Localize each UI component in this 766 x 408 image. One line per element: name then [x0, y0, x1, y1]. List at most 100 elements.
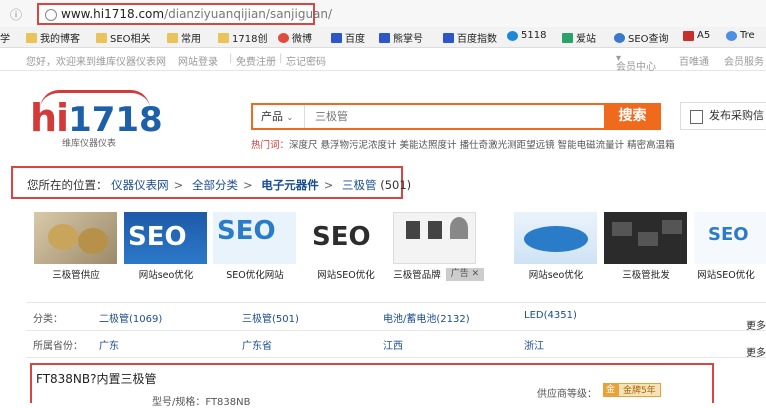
logo-hi: hi [30, 96, 69, 140]
bookmark-item[interactable]: 百度 [331, 30, 365, 45]
publish-purchase-button[interactable]: 发布采购信 [680, 102, 766, 130]
category-filter-row: 分类： 二极管(1069) 三极管(501) 电池/蓄电池(2132) LED(… [26, 302, 766, 332]
divider: | [229, 53, 233, 64]
bookmark-item[interactable]: 常用 [167, 30, 201, 45]
search-category-select[interactable]: 产品 ⌄ [253, 105, 305, 128]
thumbnail-caption[interactable]: 三极管品牌 [382, 267, 452, 281]
thumbnail-caption[interactable]: SEO优化网站 [205, 267, 305, 281]
ad-close-button[interactable]: 广告 ✕ [446, 268, 484, 281]
thumbnail-caption[interactable]: 网站SEO优化 [686, 267, 766, 281]
supplier-level-label: 供应商等级： [537, 389, 597, 400]
filter-panel: 分类： 二极管(1069) 三极管(501) 电池/蓄电池(2132) LED(… [26, 302, 766, 359]
breadcrumb-item-electronics[interactable]: 电子元器件 [261, 178, 319, 192]
chevron-down-icon: ⌄ [746, 344, 755, 355]
chip-shape [662, 220, 682, 234]
product-image[interactable] [393, 212, 476, 264]
transistor-shape [428, 221, 442, 239]
bookmark-label: SEO相关 [110, 34, 151, 45]
bookmark-item[interactable]: 爱站 [562, 30, 596, 45]
url-input[interactable]: www.hi1718.com/dianziyuanqijian/sanjigua… [37, 3, 332, 25]
bookmark-item[interactable]: Tre [726, 30, 755, 41]
bookmark-item[interactable]: 5118 [507, 30, 546, 41]
filter-option[interactable]: 电池/蓄电池(2132) [383, 310, 470, 325]
chevron-down-icon: ⌄ [286, 113, 294, 122]
bookmark-label: A5 [697, 30, 711, 41]
thumbnail-caption[interactable]: 三极管供应 [26, 267, 126, 281]
bookmark-label: 1718创 [232, 34, 268, 45]
seo-graphic: SEO [128, 222, 187, 252]
breadcrumb-prefix: 您所在的位置： [27, 178, 108, 192]
filter-option[interactable]: 江西 [383, 337, 403, 352]
url-text: www.hi1718.com/dianziyuanqijian/sanjigua… [61, 7, 332, 21]
edit-icon [690, 110, 703, 124]
baiwei-link[interactable]: 百唯通 [679, 53, 709, 68]
thumbnail-caption[interactable]: 网站SEO优化 [296, 267, 396, 281]
lock-icon [45, 9, 57, 21]
login-link[interactable]: 网站登录 [178, 53, 218, 68]
folder-icon [26, 32, 37, 43]
filter-option[interactable]: 广东省 [242, 337, 272, 352]
folder-icon [167, 32, 178, 43]
filter-option[interactable]: 广东 [99, 337, 119, 352]
product-image[interactable] [604, 212, 687, 264]
product-image[interactable] [34, 212, 117, 264]
breadcrumb-separator: > [173, 178, 184, 192]
filter-option[interactable]: 二极管(1069) [99, 310, 162, 325]
breadcrumb-separator: > [242, 178, 253, 192]
search-button[interactable]: 搜索 [604, 103, 661, 130]
member-service-link[interactable]: 会员服务 [724, 53, 764, 68]
member-center-link[interactable]: 会员中心 ▾ [616, 53, 656, 73]
seo-image[interactable]: SEO [304, 212, 387, 264]
bookmark-label: 百度指数 [457, 34, 497, 45]
seo-graphic: SEO [217, 216, 276, 246]
seo-image[interactable] [514, 212, 597, 264]
wave-graphic [524, 226, 588, 252]
top-links-bar: 您好，欢迎来到维库仪器仪表网 网站登录 | 免费注册 | 忘记密码 会员中心 ▾… [0, 48, 766, 73]
publish-label: 发布采购信 [709, 109, 764, 122]
register-link[interactable]: 免费注册 [236, 53, 276, 68]
thumbnail-caption[interactable]: 三极管批发 [596, 267, 696, 281]
info-icon[interactable]: ⓘ [10, 6, 22, 23]
category-filter-label: 分类： [33, 314, 63, 325]
bookmark-item[interactable]: 1718创 [218, 30, 267, 45]
product-title[interactable]: FT838NB?内置三极管 [36, 370, 157, 387]
bookmark-item[interactable]: A5 [683, 30, 710, 41]
seo-image[interactable]: SEO [213, 212, 296, 264]
filter-option[interactable]: 三极管(501) [242, 310, 299, 325]
bookmark-item[interactable]: 学 [0, 30, 10, 45]
breadcrumb-item-all[interactable]: 全部分类 [192, 178, 238, 192]
transistor-shape [48, 224, 78, 250]
breadcrumb-item-home[interactable]: 仪器仪表网 [111, 178, 169, 192]
bookmark-item[interactable]: 熊掌号 [379, 30, 423, 45]
seo-image[interactable]: SEO [124, 212, 207, 264]
thumbnail-caption[interactable]: 网站seo优化 [506, 267, 606, 281]
filter-option[interactable]: 浙江 [524, 337, 544, 352]
gold-badge-icon: 金 [603, 383, 619, 397]
bookmark-item[interactable]: SEO相关 [96, 30, 151, 45]
bookmark-label: 5118 [521, 30, 547, 41]
bookmark-item[interactable]: 微博 [278, 30, 312, 45]
weibo-icon [278, 32, 289, 43]
hot-terms-list[interactable]: 深度尺 悬浮物污泥浓度计 美能达照度计 播仕奇激光测距望远镜 智能电磁流量计 精… [289, 140, 675, 151]
breadcrumb-separator: > [323, 178, 334, 192]
chip-shape [612, 222, 632, 236]
divider: | [279, 53, 283, 64]
bookmark-item[interactable]: SEO查询 [614, 30, 669, 45]
bookmark-item[interactable]: 百度指数 [443, 30, 497, 45]
filter-option[interactable]: LED(4351) [524, 310, 577, 321]
forgot-password-link[interactable]: 忘记密码 [286, 53, 326, 68]
thumbnail-caption[interactable]: 网站seo优化 [116, 267, 216, 281]
search-input[interactable] [313, 109, 597, 124]
search-box: 产品 ⌄ 搜索 [251, 103, 661, 130]
globe-icon [726, 30, 737, 41]
bookmark-item[interactable]: 我的博客 [26, 30, 80, 45]
region-filter-row: 所属省份： 广东 广东省 江西 浙江 更多 ⌄ [26, 330, 766, 359]
site-logo[interactable]: hi1718 [30, 96, 163, 140]
bookmark-label: 爱站 [576, 34, 596, 45]
product-model: 型号/规格：FT838NB [152, 397, 251, 408]
seo-image[interactable]: SEO [694, 212, 766, 264]
bookmark-label: 百度 [345, 34, 365, 45]
member-center-label: 会员中心 [616, 62, 656, 73]
folder-icon [218, 32, 229, 43]
bookmark-label: 学 [0, 34, 10, 45]
